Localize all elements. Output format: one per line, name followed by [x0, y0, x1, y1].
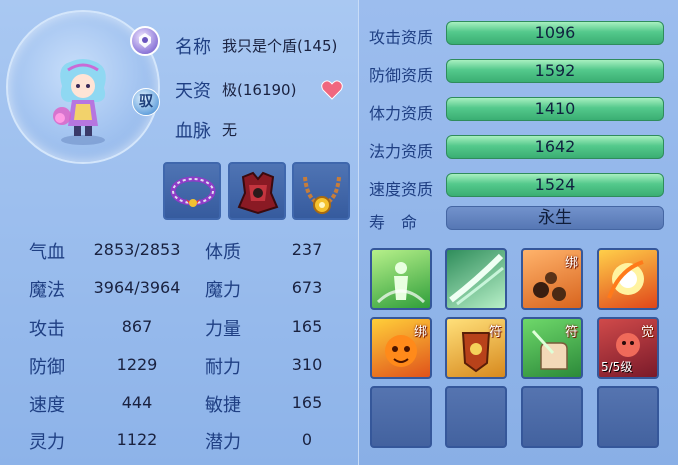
collar-equipment-icon [170, 176, 216, 207]
constitution-label: 体质 [205, 242, 241, 263]
skill-slot-5[interactable]: 绑 [370, 317, 432, 379]
defense-aptitude-label: 防御资质 [369, 66, 434, 85]
wind-slash-skill-icon [449, 253, 504, 306]
mp-value: 3964/3964 [93, 278, 181, 297]
bound-tag: 绑 [413, 325, 427, 340]
strength-value: 165 [291, 317, 323, 336]
speed-label: 速度 [29, 395, 65, 416]
empty-skill-slot[interactable] [445, 386, 507, 448]
fireball-skill-icon [607, 260, 644, 299]
mp-label: 魔法 [29, 280, 65, 301]
magic-aptitude-label: 法力资质 [369, 142, 434, 161]
bloodline-value: 无 [222, 121, 238, 139]
equip-slot-collar[interactable] [163, 162, 221, 220]
heart-icon[interactable] [321, 80, 343, 100]
endurance-label: 耐力 [205, 357, 241, 378]
endurance-value: 310 [291, 355, 323, 374]
skill-slot-1[interactable] [370, 248, 432, 310]
empty-skill-slot[interactable] [370, 386, 432, 448]
skill-slot-2[interactable] [445, 248, 507, 310]
equip-slot-armor[interactable] [228, 162, 286, 220]
skill-slot-8[interactable]: 觉 5/5级 [597, 317, 659, 379]
speed-value: 444 [121, 393, 153, 412]
lifespan-label: 寿 命 [369, 213, 418, 232]
strength-label: 力量 [205, 319, 241, 340]
attack-aptitude-label: 攻击资质 [369, 28, 434, 47]
bloodline-label: 血脉 [175, 121, 211, 142]
grade-badge: 驭 [132, 88, 160, 116]
name-label: 名称 [175, 37, 211, 58]
lifespan-bar: 永生 [446, 206, 664, 230]
potential-value: 0 [301, 430, 313, 449]
hp-label: 气血 [29, 242, 65, 263]
pet-info-panel: 驭 名称 我只是个盾(145) 天资 极(16190) 血脉 无 气血 2853… [0, 0, 358, 465]
magic-label: 魔力 [205, 280, 241, 301]
talent-value: 极(16190) [222, 81, 297, 99]
defense-label: 防御 [29, 357, 65, 378]
empty-skill-slot[interactable] [597, 386, 659, 448]
attack-label: 攻击 [29, 319, 65, 340]
bound-tag: 绑 [564, 256, 578, 271]
green-aura-skill-icon [376, 262, 426, 304]
constitution-value: 237 [291, 240, 323, 259]
defense-value: 1229 [116, 355, 158, 374]
spirit-value: 1122 [116, 430, 158, 449]
pet-type-icon[interactable] [130, 26, 160, 56]
pet-name: 我只是个盾(145) [222, 37, 338, 55]
speed-aptitude-label: 速度资质 [369, 180, 434, 199]
magic-value: 673 [291, 278, 323, 297]
attack-value: 867 [121, 317, 153, 336]
agility-value: 165 [291, 393, 323, 412]
empty-skill-slot[interactable] [521, 386, 583, 448]
skill-slot-6[interactable]: 符 [445, 317, 507, 379]
talisman-tag: 符 [488, 325, 502, 340]
defense-aptitude-bar: 1592 [446, 59, 664, 83]
skill-level: 5/5级 [601, 360, 633, 374]
attack-aptitude-bar: 1096 [446, 21, 664, 45]
talisman-tag: 符 [564, 325, 578, 340]
hp-value: 2853/2853 [93, 240, 181, 259]
potential-label: 潜力 [205, 432, 241, 453]
skill-slot-7[interactable]: 符 [521, 317, 583, 379]
speed-aptitude-bar: 1524 [446, 173, 664, 197]
armor-equipment-icon [237, 171, 279, 215]
stamina-aptitude-label: 体力资质 [369, 104, 434, 123]
stamina-aptitude-bar: 1410 [446, 97, 664, 121]
skill-slot-4[interactable] [597, 248, 659, 310]
talent-label: 天资 [175, 81, 211, 102]
necklace-equipment-icon [303, 176, 341, 214]
awaken-tag: 觉 [640, 325, 654, 340]
pet-sprite [53, 59, 106, 145]
agility-label: 敏捷 [205, 395, 241, 416]
equip-slot-necklace[interactable] [292, 162, 350, 220]
spirit-label: 灵力 [29, 432, 65, 453]
skill-slot-3[interactable]: 绑 [521, 248, 583, 310]
magic-aptitude-bar: 1642 [446, 135, 664, 159]
